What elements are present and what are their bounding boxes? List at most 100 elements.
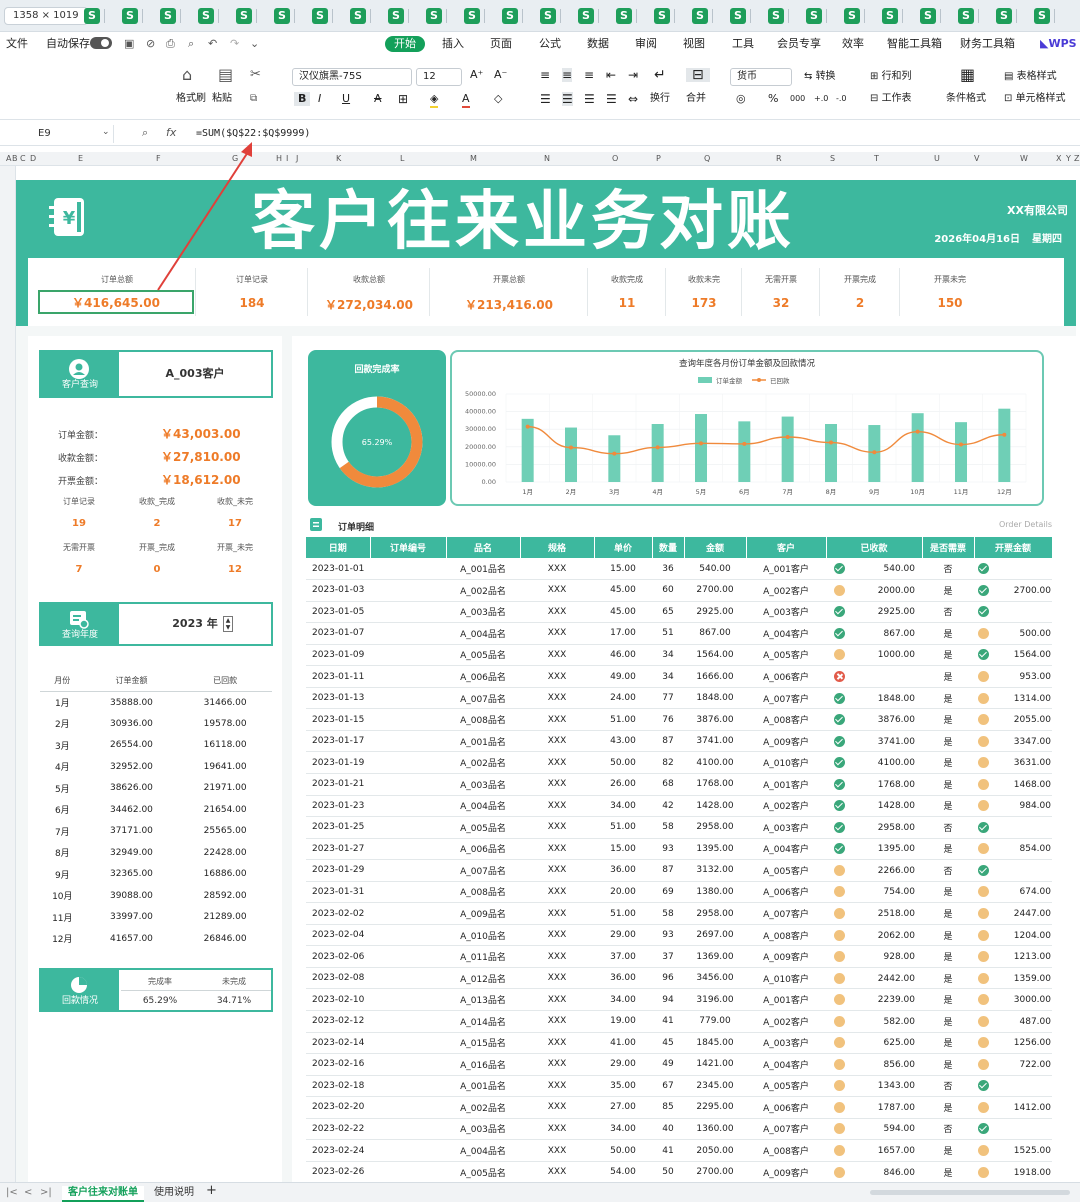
order-cell[interactable]: 82 — [652, 751, 684, 774]
order-cell[interactable]: 2023-02-18 — [306, 1075, 370, 1098]
invoice-cell[interactable]: 1525.00 — [974, 1139, 1052, 1162]
paste-button[interactable]: 粘贴 — [212, 92, 232, 106]
sheet-tab-instructions[interactable]: 使用说明 — [154, 1186, 194, 1200]
order-cell[interactable]: 45 — [652, 1032, 684, 1055]
order-cell[interactable]: XXX — [520, 601, 594, 624]
order-cell[interactable]: 49 — [652, 1053, 684, 1076]
column-header[interactable]: Y — [1066, 154, 1071, 163]
column-header[interactable]: A — [6, 154, 11, 163]
order-cell[interactable]: XXX — [520, 1139, 594, 1162]
document-tab[interactable]: S — [422, 6, 460, 26]
order-cell[interactable]: 3876.00 — [684, 708, 746, 731]
order-cell[interactable]: 42 — [652, 795, 684, 818]
next-sheet-icon[interactable]: >| — [40, 1186, 52, 1200]
document-tab[interactable]: S — [194, 6, 232, 26]
order-cell[interactable]: 50.00 — [594, 751, 652, 774]
table-row[interactable]: 2023-02-22 A_003品名 XXX 34.00 40 1360.00 A_007客… — [306, 1118, 1052, 1141]
order-cell[interactable] — [370, 773, 446, 796]
autosave-toggle[interactable] — [90, 37, 112, 49]
order-cell[interactable]: 58 — [652, 816, 684, 839]
order-cell[interactable]: 1380.00 — [684, 881, 746, 904]
invoice-cell[interactable] — [974, 816, 1052, 839]
order-cell[interactable]: A_004品名 — [446, 1139, 520, 1162]
indent-decrease-icon[interactable]: ⇤ — [606, 68, 616, 82]
order-cell[interactable] — [370, 902, 446, 925]
align-bottom-icon[interactable]: ≡ — [584, 68, 594, 82]
column-header[interactable]: R — [776, 154, 782, 163]
document-tab[interactable]: S — [384, 6, 422, 26]
document-tab[interactable]: S — [612, 6, 650, 26]
column-header[interactable]: B — [12, 154, 18, 163]
orders-column-header[interactable]: 数量 — [652, 537, 685, 558]
orders-column-header[interactable]: 日期 — [306, 537, 371, 558]
order-cell[interactable]: 41 — [652, 1010, 684, 1033]
order-cell[interactable]: 60 — [652, 579, 684, 602]
table-style-button[interactable]: ▤ 表格样式 — [1004, 70, 1057, 84]
received-cell[interactable]: 582.00 — [826, 1010, 922, 1033]
order-cell[interactable]: 2023-02-16 — [306, 1053, 370, 1076]
order-cell[interactable]: XXX — [520, 1118, 594, 1141]
need-invoice-cell[interactable]: 是 — [922, 1096, 974, 1119]
percent-icon[interactable]: % — [768, 92, 778, 106]
column-header[interactable]: Z — [1074, 154, 1079, 163]
align-middle-icon[interactable]: ≡ — [562, 68, 573, 82]
distribute-icon[interactable]: ⇔ — [628, 92, 638, 106]
order-cell[interactable]: A_008客户 — [746, 1139, 826, 1162]
received-cell[interactable]: 846.00 — [826, 1161, 922, 1182]
tab-formula[interactable]: 公式 — [539, 36, 561, 52]
order-cell[interactable]: A_001品名 — [446, 1075, 520, 1098]
order-cell[interactable]: A_001客户 — [746, 988, 826, 1011]
invoice-cell[interactable]: 500.00 — [974, 622, 1052, 645]
cell-reference-box[interactable]: E9 — [0, 125, 114, 143]
need-invoice-cell[interactable]: 否 — [922, 1075, 974, 1098]
order-cell[interactable]: 2023-02-04 — [306, 924, 370, 947]
order-cell[interactable]: 34.00 — [594, 795, 652, 818]
zoom-icon[interactable]: ⌕ — [142, 126, 148, 140]
invoice-cell[interactable]: 722.00 — [974, 1053, 1052, 1076]
table-row[interactable]: 2023-01-09 A_005品名 XXX 46.00 34 1564.00 A_005客… — [306, 644, 1052, 667]
document-tab[interactable]: S — [1030, 6, 1068, 26]
order-cell[interactable]: 93 — [652, 838, 684, 861]
table-row[interactable]: 2023-02-10 A_013品名 XXX 34.00 94 3196.00 A_001客… — [306, 988, 1052, 1011]
clear-format-icon[interactable]: ◇ — [494, 92, 502, 106]
order-cell[interactable]: A_003品名 — [446, 773, 520, 796]
order-cell[interactable]: 36 — [652, 558, 684, 581]
order-cell[interactable]: A_005客户 — [746, 1075, 826, 1098]
order-cell[interactable]: A_015品名 — [446, 1032, 520, 1055]
table-row[interactable]: 2023-01-01 A_001品名 XXX 15.00 36 540.00 A_001客户… — [306, 558, 1052, 581]
invoice-cell[interactable]: 2447.00 — [974, 902, 1052, 925]
order-cell[interactable]: XXX — [520, 838, 594, 861]
received-cell[interactable]: 2239.00 — [826, 988, 922, 1011]
order-cell[interactable] — [370, 1075, 446, 1098]
column-header[interactable]: S — [830, 154, 835, 163]
invoice-cell[interactable] — [974, 558, 1052, 581]
merge-button[interactable]: 合并 — [686, 92, 706, 106]
order-cell[interactable]: A_002品名 — [446, 1096, 520, 1119]
document-tab[interactable]: S — [916, 6, 954, 26]
order-cell[interactable]: A_003客户 — [746, 816, 826, 839]
received-cell[interactable]: 594.00 — [826, 1118, 922, 1141]
order-cell[interactable]: A_004客户 — [746, 838, 826, 861]
order-cell[interactable]: 2023-01-27 — [306, 838, 370, 861]
document-tab[interactable]: S — [650, 6, 688, 26]
order-cell[interactable]: 34 — [652, 665, 684, 688]
orders-column-header[interactable]: 金额 — [684, 537, 747, 558]
order-cell[interactable]: 2023-01-31 — [306, 881, 370, 904]
order-cell[interactable] — [370, 1096, 446, 1119]
indent-increase-icon[interactable]: ⇥ — [628, 68, 638, 82]
order-cell[interactable]: A_010品名 — [446, 924, 520, 947]
tab-page[interactable]: 页面 — [490, 36, 512, 52]
order-cell[interactable]: 779.00 — [684, 1010, 746, 1033]
table-row[interactable]: 2023-02-04 A_010品名 XXX 29.00 93 2697.00 A_008客… — [306, 924, 1052, 947]
need-invoice-cell[interactable]: 是 — [922, 1053, 974, 1076]
invoice-cell[interactable]: 3631.00 — [974, 751, 1052, 774]
order-cell[interactable]: 40 — [652, 1118, 684, 1141]
order-cell[interactable]: XXX — [520, 988, 594, 1011]
document-tab[interactable]: S — [954, 6, 992, 26]
font-grow-icon[interactable]: A⁺ — [470, 68, 483, 82]
order-cell[interactable]: 34.00 — [594, 1118, 652, 1141]
need-invoice-cell[interactable]: 是 — [922, 773, 974, 796]
order-cell[interactable]: 1369.00 — [684, 945, 746, 968]
order-cell[interactable]: 2023-01-19 — [306, 751, 370, 774]
order-cell[interactable]: 2023-02-24 — [306, 1139, 370, 1162]
